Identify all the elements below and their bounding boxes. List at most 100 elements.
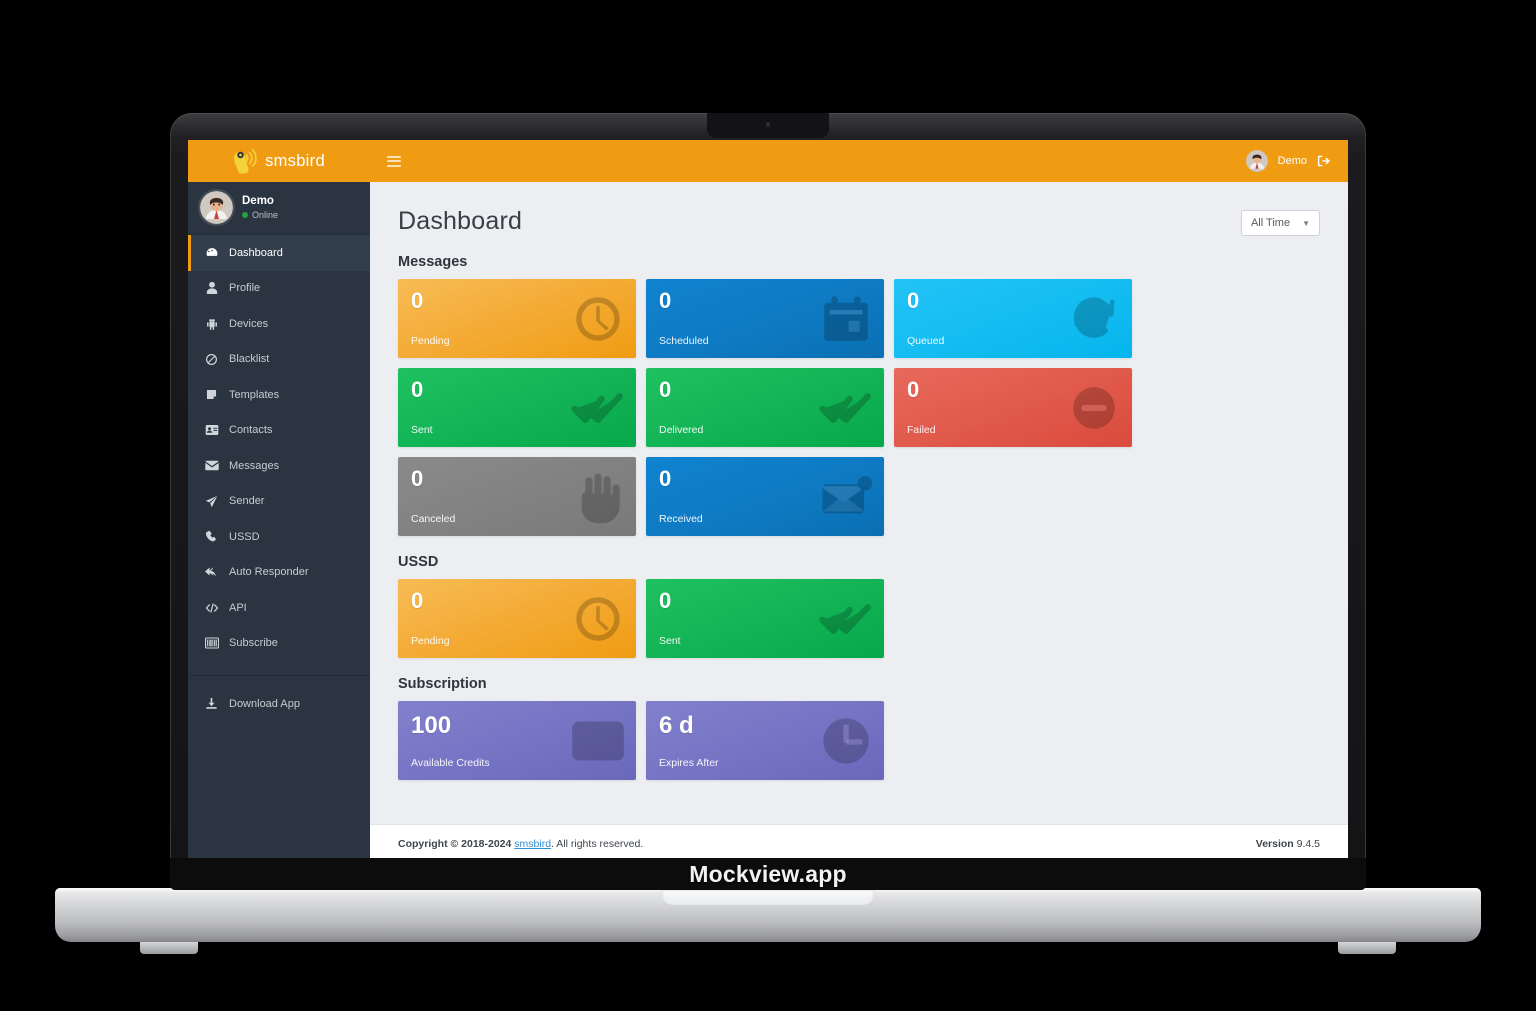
sidebar-item-blacklist[interactable]: Blacklist [188, 342, 370, 378]
range-filter-select[interactable]: All Time ▼ [1240, 210, 1320, 236]
logout-icon[interactable] [1317, 154, 1331, 168]
stopwatch-icon [569, 590, 627, 648]
double-check-icon [817, 379, 875, 437]
footer-brand-link[interactable]: smsbird [514, 838, 551, 850]
topbar: Demo [370, 140, 1348, 182]
sidebar-item-label: Profile [229, 282, 261, 295]
stat-card-value: 0 [411, 466, 424, 491]
laptop-foot-right [1338, 942, 1396, 954]
stat-card-delivered[interactable]: 0 Delivered [646, 368, 884, 447]
stat-card-scheduled[interactable]: 0 Scheduled [646, 279, 884, 358]
stat-card-value: 0 [907, 288, 920, 313]
sidebar-item-label: Templates [229, 388, 280, 401]
ban-icon [204, 353, 219, 366]
topbar-user-label[interactable]: Demo [1278, 155, 1307, 167]
sidebar-item-label: Blacklist [229, 353, 270, 366]
stat-card-value: 0 [411, 588, 424, 613]
laptop-base-notch [662, 889, 874, 905]
sync-icon [1065, 290, 1123, 348]
laptop-camera-notch [707, 113, 829, 138]
app-logo[interactable]: smsbird [188, 140, 370, 182]
section-title: USSD [398, 554, 439, 570]
sidebar-nav: Dashboard Profile Devices Blacklist Template… [188, 235, 370, 661]
stat-card-value: 0 [411, 288, 424, 313]
mockup-brand-label: Mockview.app [689, 860, 847, 887]
envelope-icon [204, 460, 219, 471]
status-badge: Online [242, 210, 278, 220]
dashboard-icon [204, 246, 219, 260]
code-icon [204, 602, 219, 614]
stat-card-grid: 100 Available Credits 6 d Expires After [370, 701, 1348, 780]
sidebar-item-label: API [229, 601, 247, 614]
sidebar-item-devices[interactable]: Devices [188, 306, 370, 342]
sidebar-nav-footer: Download App [188, 686, 370, 722]
credit-card-icon [569, 712, 627, 770]
phone-icon [204, 530, 219, 543]
sidebar-item-templates[interactable]: Templates [188, 377, 370, 413]
sidebar-item-messages[interactable]: Messages [188, 448, 370, 484]
stat-card-value: 0 [659, 288, 672, 313]
camera-icon [766, 122, 770, 127]
avatar [200, 191, 233, 224]
sidebar-user-name: Demo [242, 195, 274, 207]
sidebar-user-panel[interactable]: Demo Online [188, 182, 370, 235]
sidebar-item-api[interactable]: API [188, 590, 370, 626]
sidebar-item-profile[interactable]: Profile [188, 271, 370, 307]
stat-card-value: 0 [659, 377, 672, 402]
main-content: Dashboard All Time ▼ Messages 0 Pending 0 Sc… [370, 182, 1348, 862]
version-info: Version 9.4.5 [1256, 838, 1320, 850]
user-icon [204, 281, 219, 295]
stat-card-queued[interactable]: 0 Queued [894, 279, 1132, 358]
sidebar-item-contacts[interactable]: Contacts [188, 413, 370, 449]
chevron-down-icon: ▼ [1302, 218, 1310, 228]
envelope-open-icon [817, 468, 875, 526]
sidebar-item-label: USSD [229, 530, 260, 543]
dashboard-sections: Messages 0 Pending 0 Scheduled 0 Queued 0 Sent 0 D… [370, 236, 1348, 780]
avatar[interactable] [1245, 150, 1268, 172]
online-dot-icon [242, 212, 248, 218]
stat-card-pending[interactable]: 0 Pending [398, 579, 636, 658]
stat-card-available-credits[interactable]: 100 Available Credits [398, 701, 636, 780]
stat-card-canceled[interactable]: 0 Canceled [398, 457, 636, 536]
sidebar-item-label: Sender [229, 495, 265, 508]
stat-card-label: Expires After [659, 757, 719, 769]
stat-card-sent[interactable]: 0 Sent [646, 579, 884, 658]
stat-card-grid: 0 Pending 0 Sent [370, 579, 1348, 658]
clock-icon [817, 712, 875, 770]
stat-card-label: Pending [411, 635, 450, 647]
hamburger-icon[interactable] [387, 155, 401, 167]
stat-card-label: Sent [411, 424, 433, 436]
reply-all-icon [204, 566, 219, 578]
subscribe-icon [204, 637, 219, 649]
sidebar-item-subscribe[interactable]: Subscribe [188, 626, 370, 662]
stat-card-received[interactable]: 0 Received [646, 457, 884, 536]
calendar-icon [817, 290, 875, 348]
stat-card-label: Delivered [659, 424, 704, 436]
sidebar-item-download-app[interactable]: Download App [188, 686, 370, 722]
section-title: Subscription [398, 676, 487, 692]
bird-sound-icon [233, 148, 258, 175]
stat-card-sent[interactable]: 0 Sent [398, 368, 636, 447]
version-value: 9.4.5 [1296, 837, 1320, 850]
sidebar-item-auto-responder[interactable]: Auto Responder [188, 555, 370, 591]
stat-card-failed[interactable]: 0 Failed [894, 368, 1132, 447]
sidebar-item-ussd[interactable]: USSD [188, 519, 370, 555]
sidebar-item-sender[interactable]: Sender [188, 484, 370, 520]
paper-plane-icon [204, 495, 219, 508]
stopwatch-icon [569, 290, 627, 348]
sidebar-item-label: Subscribe [229, 637, 278, 650]
minus-circle-icon [1065, 379, 1123, 437]
copyright-prefix: Copyright © 2018-2024 [398, 837, 515, 850]
stat-card-expires-after[interactable]: 6 d Expires After [646, 701, 884, 780]
sidebar-item-label: Devices [229, 317, 269, 330]
stat-card-pending[interactable]: 0 Pending [398, 279, 636, 358]
page-footer: Copyright © 2018-2024 smsbird. All right… [370, 824, 1348, 862]
sidebar-item-dashboard[interactable]: Dashboard [188, 235, 370, 271]
stat-card-value: 6 d [659, 712, 694, 739]
double-check-icon [817, 590, 875, 648]
browser-screen: smsbird Demo Online Dashboard Profile De… [188, 140, 1348, 862]
sidebar-item-label: Download App [229, 697, 300, 710]
double-check-icon [569, 379, 627, 437]
stat-card-label: Canceled [411, 513, 456, 525]
page-title: Dashboard [398, 206, 523, 235]
